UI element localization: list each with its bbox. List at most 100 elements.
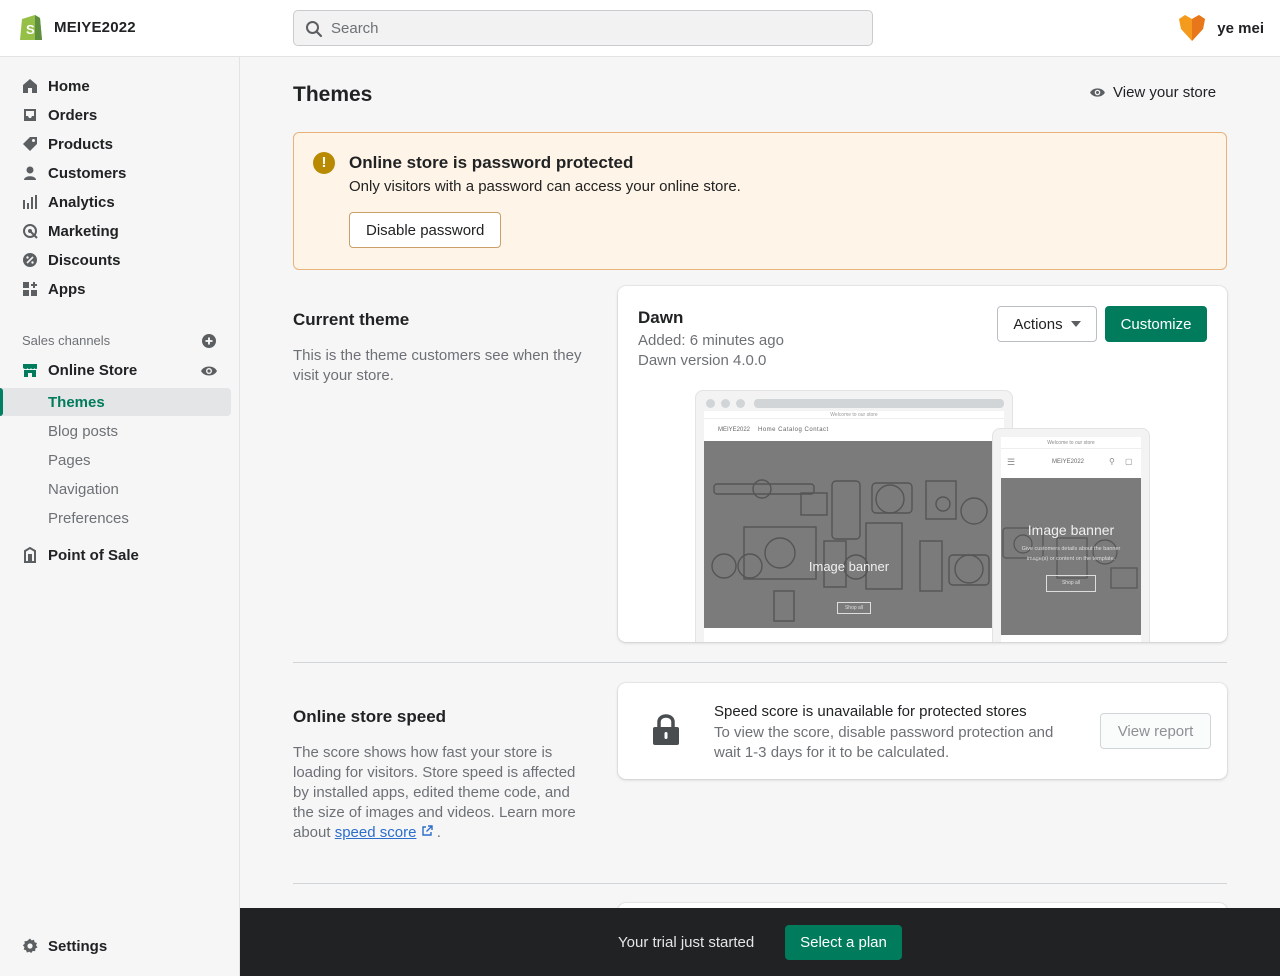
section-divider <box>293 662 1227 663</box>
sidebar-subitem-label: Preferences <box>48 510 129 527</box>
sidebar-item-label: Discounts <box>48 251 121 269</box>
target-icon <box>23 224 38 239</box>
search-icon <box>306 21 323 38</box>
password-protected-banner: ! Online store is password protected Onl… <box>293 132 1227 270</box>
preview-mobile-brand: MEIYE2022 <box>1052 459 1085 465</box>
bar-chart-icon <box>23 195 37 209</box>
preview-screen: Welcome to our store MEIYE2022 Home Cata… <box>704 411 1004 642</box>
sidebar-item-themes[interactable]: Themes <box>0 388 231 416</box>
sidebar-item-label: Home <box>48 77 90 95</box>
caret-down-icon <box>1070 321 1081 327</box>
sidebar-item-label: Analytics <box>48 193 115 211</box>
preview-announcement: Welcome to our store <box>704 411 1004 419</box>
search-input[interactable] <box>331 11 851 45</box>
camera-illustration-icon <box>711 479 990 622</box>
tag-icon <box>23 137 37 151</box>
sidebar-item-settings[interactable]: Settings <box>0 932 239 960</box>
speed-card-text: To view the score, disable password prot… <box>714 724 1054 761</box>
preview-image-banner: Image banner Shop all <box>704 441 994 628</box>
sidebar-item-customers[interactable]: Customers <box>0 159 239 187</box>
preview-mobile-hero-text: Give customers details about the banner … <box>1021 546 1121 562</box>
current-theme-card: Dawn Added: 6 minutes ago Dawn version 4… <box>618 286 1227 642</box>
person-icon <box>24 166 36 180</box>
sidebar: Home Orders Products Customers Analytics… <box>0 57 240 976</box>
external-link-icon[interactable] <box>421 825 433 837</box>
select-plan-button[interactable]: Select a plan <box>785 925 902 960</box>
sidebar-item-pages[interactable]: Pages <box>0 446 239 474</box>
sidebar-item-marketing[interactable]: Marketing <box>0 217 239 245</box>
sidebar-item-navigation[interactable]: Navigation <box>0 475 239 503</box>
preview-mobile-hero-title: Image banner <box>1027 522 1115 538</box>
store-speed-heading: Online store speed <box>293 707 447 726</box>
view-your-store-link[interactable]: View your store <box>1089 84 1216 101</box>
period: . <box>432 824 441 841</box>
current-theme-description: This is the theme customers see when the… <box>293 347 582 384</box>
theme-name: Dawn <box>638 308 684 327</box>
sidebar-item-apps[interactable]: Apps <box>0 275 239 303</box>
search-box[interactable] <box>293 10 873 46</box>
sidebar-subitem-label: Themes <box>48 394 105 411</box>
actions-dropdown-button[interactable]: Actions <box>997 306 1097 342</box>
disable-password-button[interactable]: Disable password <box>349 212 502 248</box>
sidebar-item-label: Marketing <box>48 222 119 240</box>
customize-button[interactable]: Customize <box>1105 306 1207 342</box>
sidebar-item-label: Orders <box>48 106 98 124</box>
home-icon <box>23 79 37 93</box>
sidebar-item-discounts[interactable]: Discounts <box>0 246 239 274</box>
user-menu[interactable]: ye mei <box>1177 12 1264 44</box>
preview-mobile-shop-all-button: Shop all <box>1046 575 1096 592</box>
sidebar-item-label: Customers <box>48 164 127 182</box>
warning-icon: ! <box>313 152 335 174</box>
sidebar-subitem-label: Blog posts <box>48 423 119 440</box>
preview-hero-title: Image banner <box>808 559 890 574</box>
menu-icon: ☰ <box>1007 457 1016 467</box>
theme-preview-mobile[interactable]: Welcome to our store ☰ MEIYE2022 ⚲ ▢ Ima… <box>992 428 1150 642</box>
cart-icon: ▢ <box>1125 457 1133 466</box>
sidebar-item-point-of-sale[interactable]: Point of Sale <box>0 541 239 569</box>
sales-channels-label: Sales channels <box>22 333 111 348</box>
speed-card-title: Speed score is unavailable for protected… <box>714 703 1027 720</box>
banner-title: Online store is password protected <box>349 153 634 172</box>
store-name[interactable]: MEIYE2022 <box>54 19 136 36</box>
speed-score-link[interactable]: speed score <box>335 824 417 841</box>
sidebar-item-analytics[interactable]: Analytics <box>0 188 239 216</box>
discount-icon <box>23 253 37 267</box>
store-speed-description: The score shows how fast your store is l… <box>293 743 583 843</box>
window-dots <box>706 399 745 408</box>
sidebar-item-label: Apps <box>48 280 86 298</box>
store-icon <box>23 364 37 377</box>
shopify-logo-icon[interactable]: S <box>18 12 44 42</box>
preview-header: MEIYE2022 Home Catalog Contact <box>704 419 1004 441</box>
gear-icon <box>22 938 38 953</box>
eye-icon <box>1090 88 1105 97</box>
user-name: ye mei <box>1217 19 1264 37</box>
sidebar-item-label: Online Store <box>48 361 138 379</box>
sidebar-item-home[interactable]: Home <box>0 72 239 100</box>
sidebar-item-label: Products <box>48 135 114 153</box>
sidebar-item-preferences[interactable]: Preferences <box>0 504 239 532</box>
sidebar-item-products[interactable]: Products <box>0 130 239 158</box>
lock-icon <box>653 714 679 745</box>
banner-text: Only visitors with a password can access… <box>349 178 741 195</box>
sidebar-item-blog-posts[interactable]: Blog posts <box>0 417 239 445</box>
preview-shop-all-button: Shop all <box>837 602 871 614</box>
view-store-label: View your store <box>1113 84 1217 101</box>
theme-version: Dawn version 4.0.0 <box>638 352 767 369</box>
theme-preview-desktop[interactable]: Welcome to our store MEIYE2022 Home Cata… <box>695 390 1013 642</box>
actions-label: Actions <box>1013 315 1063 333</box>
view-report-button[interactable]: View report <box>1100 713 1211 749</box>
sidebar-item-orders[interactable]: Orders <box>0 101 239 129</box>
preview-url-bar <box>754 399 1004 408</box>
preview-brand: MEIYE2022 <box>718 427 751 433</box>
preview-mobile-banner: Image banner Give customers details abou… <box>1001 478 1141 635</box>
current-theme-heading: Current theme <box>293 310 410 329</box>
theme-added: Added: 6 minutes ago <box>638 332 784 349</box>
sidebar-item-label: Point of Sale <box>48 546 139 564</box>
pos-icon <box>24 547 36 563</box>
search-icon: ⚲ <box>1109 457 1115 466</box>
add-channel-plus-icon[interactable] <box>202 334 216 348</box>
trial-text: Your trial just started <box>618 934 755 951</box>
orders-icon <box>24 109 36 121</box>
view-online-store-eye-icon[interactable] <box>200 364 218 378</box>
sidebar-subitem-label: Navigation <box>48 481 119 498</box>
